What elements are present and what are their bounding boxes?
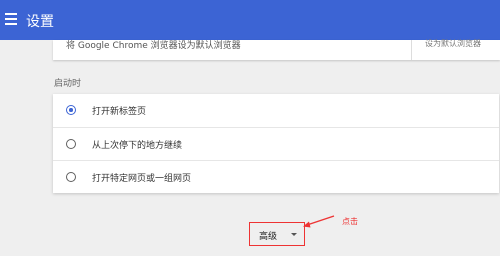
card-divider: [411, 40, 412, 60]
startup-option-continue[interactable]: 从上次停下的地方继续: [53, 127, 499, 161]
startup-option-label: 打开特定网页或一组网页: [92, 174, 192, 184]
startup-option-label: 打开新标签页: [92, 107, 147, 117]
caret-down-icon: [291, 233, 297, 236]
radio-unselected-icon[interactable]: [66, 172, 76, 182]
startup-options-card: 打开新标签页 从上次停下的地方继续 打开特定网页或一组网页: [53, 94, 499, 193]
startup-section-label: 启动时: [54, 79, 82, 89]
default-browser-card: 将 Google Chrome 浏览器设为默认浏览器 设为默认浏览器: [53, 38, 500, 60]
menu-icon[interactable]: [5, 13, 17, 27]
advanced-label: 高级: [259, 232, 278, 242]
top-bar: 设置: [0, 0, 500, 40]
radio-selected-icon[interactable]: [66, 105, 76, 115]
startup-option-label: 从上次停下的地方继续: [92, 141, 183, 151]
page-title: 设置: [26, 14, 54, 30]
advanced-button[interactable]: 高级: [249, 222, 305, 246]
click-annotation-text: 点击: [342, 217, 358, 226]
startup-option-specific-pages[interactable]: 打开特定网页或一组网页: [53, 160, 499, 194]
set-default-button[interactable]: 设为默认浏览器: [425, 38, 481, 49]
annotation-arrow-icon: [303, 215, 335, 228]
startup-option-new-tab[interactable]: 打开新标签页: [53, 94, 499, 127]
radio-unselected-icon[interactable]: [66, 139, 76, 149]
default-browser-text: 将 Google Chrome 浏览器设为默认浏览器: [66, 41, 241, 51]
